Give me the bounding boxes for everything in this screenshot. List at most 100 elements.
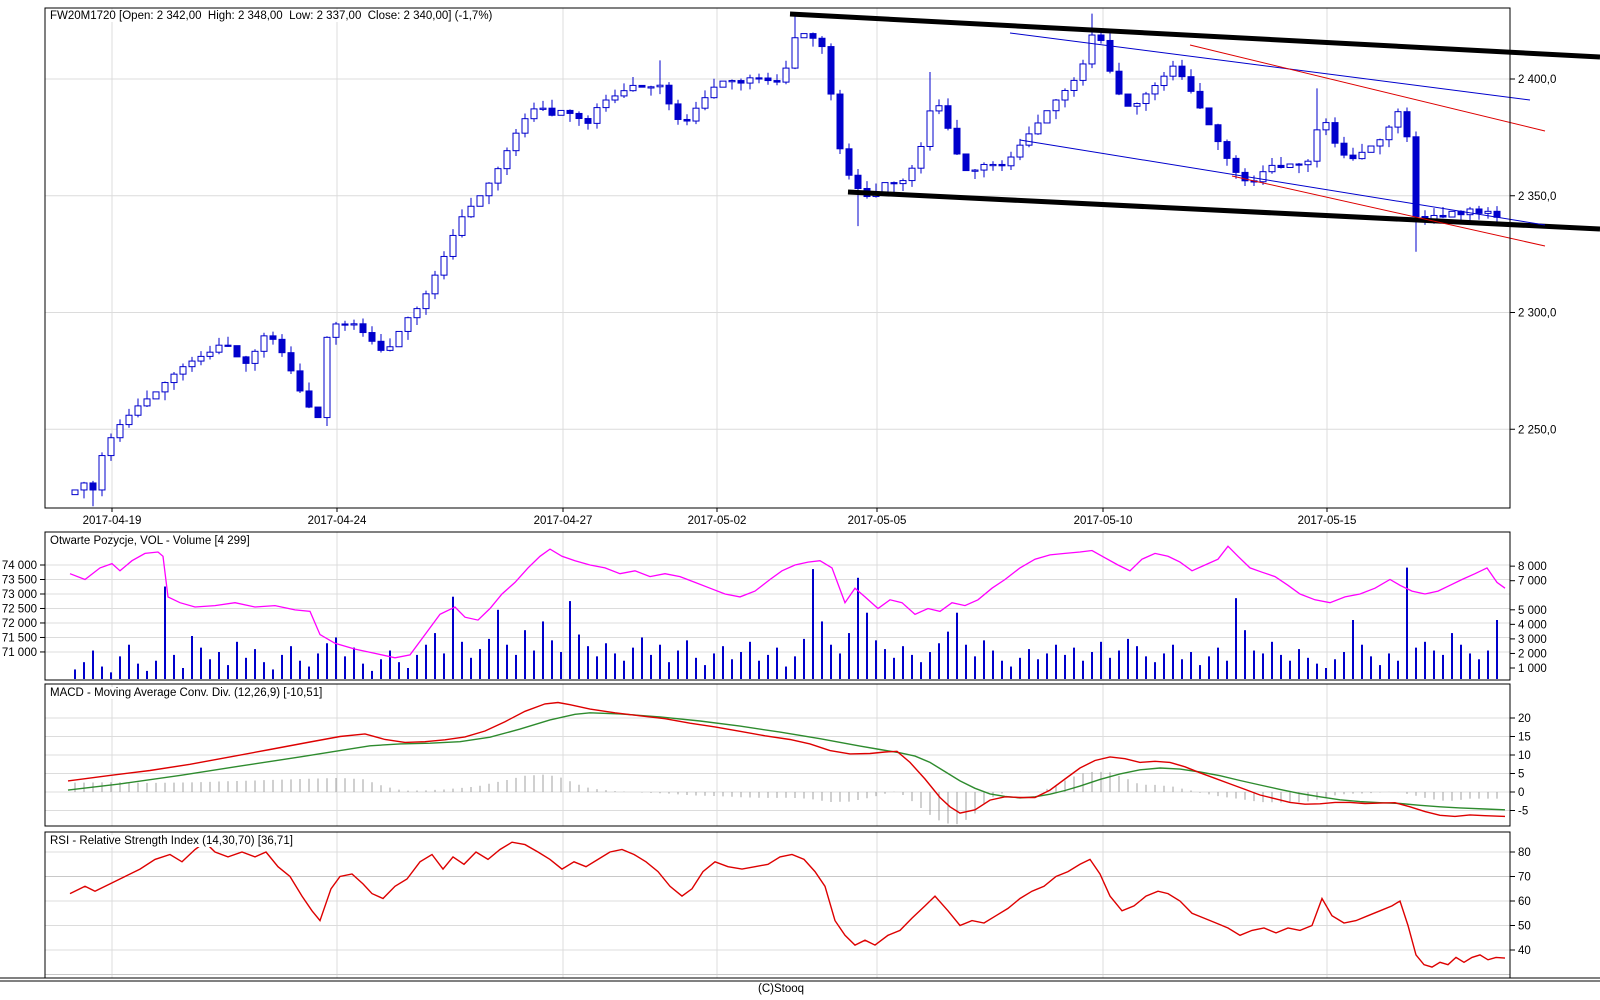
candle-body [314, 406, 322, 419]
candle-body [827, 46, 835, 95]
candle-body [989, 163, 997, 167]
candle-body [773, 80, 781, 83]
rsi-tick-label: 80 [1518, 847, 1531, 859]
candle-body [1115, 70, 1123, 95]
candle-body [737, 80, 745, 84]
candle-body [1079, 63, 1087, 81]
candle-body [260, 335, 268, 352]
candle-body [755, 77, 763, 80]
candle-body [449, 234, 457, 257]
price-tick-label: 2 300,0 [1518, 308, 1556, 320]
candle-body [1160, 75, 1168, 87]
candle-body [1304, 160, 1312, 166]
candle-body [332, 323, 340, 338]
candle-body [1106, 39, 1114, 72]
candle-body [440, 255, 448, 276]
volume-right-label: 4 000 [1518, 619, 1547, 631]
date-tick-label: 2017-05-05 [848, 515, 907, 527]
candle-body [233, 345, 241, 358]
rsi-panel-border [44, 831, 1511, 979]
candle-body [458, 216, 466, 236]
candle-body [1466, 208, 1474, 216]
date-tick-label: 2017-05-02 [688, 515, 747, 527]
volume-left-label: 71 500 [2, 632, 37, 644]
candle-body [206, 351, 214, 357]
candle-body [197, 355, 205, 362]
candle-body [782, 67, 790, 83]
rsi-panel-title: RSI - Relative Strength Index (14,30,70)… [48, 835, 295, 847]
candle-body [1349, 154, 1357, 160]
trendline-upper-channel-black [789, 11, 1600, 60]
rsi-tick-label: 60 [1518, 896, 1531, 908]
trendline-lower-channel-black [847, 189, 1600, 232]
candle-body [1232, 157, 1240, 173]
candle-body [683, 118, 691, 122]
candle-body [242, 356, 250, 364]
candle-body [1178, 65, 1186, 78]
candle-body [836, 93, 844, 150]
candle-body [1043, 110, 1051, 124]
candle-body [1169, 65, 1177, 77]
candle-body [818, 37, 826, 48]
candle-body [1376, 139, 1384, 147]
candle-body [1214, 124, 1222, 143]
volume-right-label: 2 000 [1518, 648, 1547, 660]
stooq-chart-page: 2 400,0 2 350,0 2 300,0 2 250,0 2017-04-19 20… [0, 0, 1600, 1000]
candle-body [809, 33, 817, 39]
candle-body [404, 317, 412, 332]
candle-body [854, 174, 862, 189]
volume-right-label: 1 000 [1518, 663, 1547, 675]
candle-body [80, 482, 88, 491]
candle-body [287, 352, 295, 372]
candle-body [935, 105, 943, 112]
rsi-tick-label: 70 [1518, 872, 1531, 884]
candle-body [395, 330, 403, 348]
macd-tick-label: 5 [1518, 769, 1524, 781]
candle-body [593, 107, 601, 124]
candle-body [881, 182, 889, 193]
macd-tick-label: 20 [1518, 713, 1531, 725]
candle-body [980, 163, 988, 171]
candle-body [152, 391, 160, 400]
date-tick-label: 2017-04-19 [83, 515, 142, 527]
candle-body [305, 390, 313, 408]
candle-body [1133, 103, 1141, 107]
candle-body [845, 148, 853, 176]
candle-body [1223, 141, 1231, 159]
candle-body [1295, 163, 1303, 166]
candle-body [602, 99, 610, 109]
candle-body [161, 382, 169, 393]
candle-body [215, 344, 223, 353]
candle-body [719, 80, 727, 88]
candle-body [1205, 107, 1213, 126]
date-tick-label: 2017-04-24 [308, 515, 367, 527]
date-tick-label: 2017-05-15 [1298, 515, 1357, 527]
candle-body [665, 84, 673, 105]
candle-body [1394, 111, 1402, 128]
candle-body [107, 437, 115, 457]
candle-body [494, 168, 502, 184]
candle-body [350, 323, 358, 326]
candle-body [359, 323, 367, 334]
rsi-tick-label: 40 [1518, 945, 1531, 957]
date-tick-label: 2017-05-10 [1074, 515, 1133, 527]
volume-left-label: 73 500 [2, 574, 37, 586]
candle-body [269, 335, 277, 340]
price-tick-label: 2 400,0 [1518, 74, 1556, 86]
candle-body [1097, 34, 1105, 41]
candle-body [917, 145, 925, 169]
open-interest-line [69, 545, 1506, 659]
candle-body [1439, 214, 1447, 218]
candle-body [1358, 151, 1366, 160]
candle-body [1259, 171, 1267, 183]
candle-body [512, 132, 520, 152]
candle-body [1151, 85, 1159, 95]
candle-body [341, 323, 349, 326]
candle-body [1142, 93, 1150, 105]
candle-body [1385, 126, 1393, 141]
macd-histogram-group [74, 771, 1498, 825]
macd-tick-label: 15 [1518, 732, 1531, 744]
macd-tick-label: 0 [1518, 787, 1524, 799]
volume-left-label: 72 000 [2, 618, 37, 630]
main-chart-title: FW20M1720 [Open: 2 342,00 High: 2 348,00… [48, 10, 495, 22]
